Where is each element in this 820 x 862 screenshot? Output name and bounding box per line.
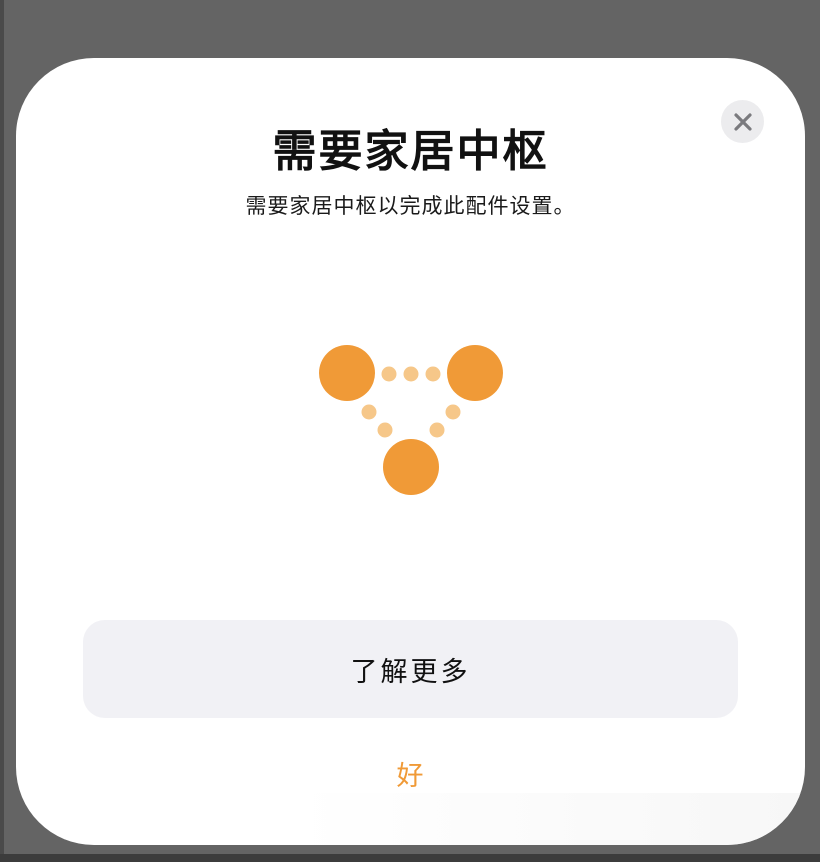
dialog-title: 需要家居中枢 [272,126,549,177]
window-edge [0,0,4,862]
hub-node-bottom [383,439,439,495]
learn-more-button[interactable]: 了解更多 [83,620,738,718]
hub-node-right [447,345,503,401]
bottom-fade [296,793,805,845]
ok-button[interactable]: 好 [360,750,460,796]
home-hub-network-icon [319,345,503,495]
home-hub-required-sheet: 需要家居中枢 需要家居中枢以完成此配件设置。 了解更多 好 [16,58,805,845]
hub-node-left [319,345,375,401]
dialog-subtitle: 需要家居中枢以完成此配件设置。 [245,194,576,218]
window-edge-bottom [0,854,820,862]
